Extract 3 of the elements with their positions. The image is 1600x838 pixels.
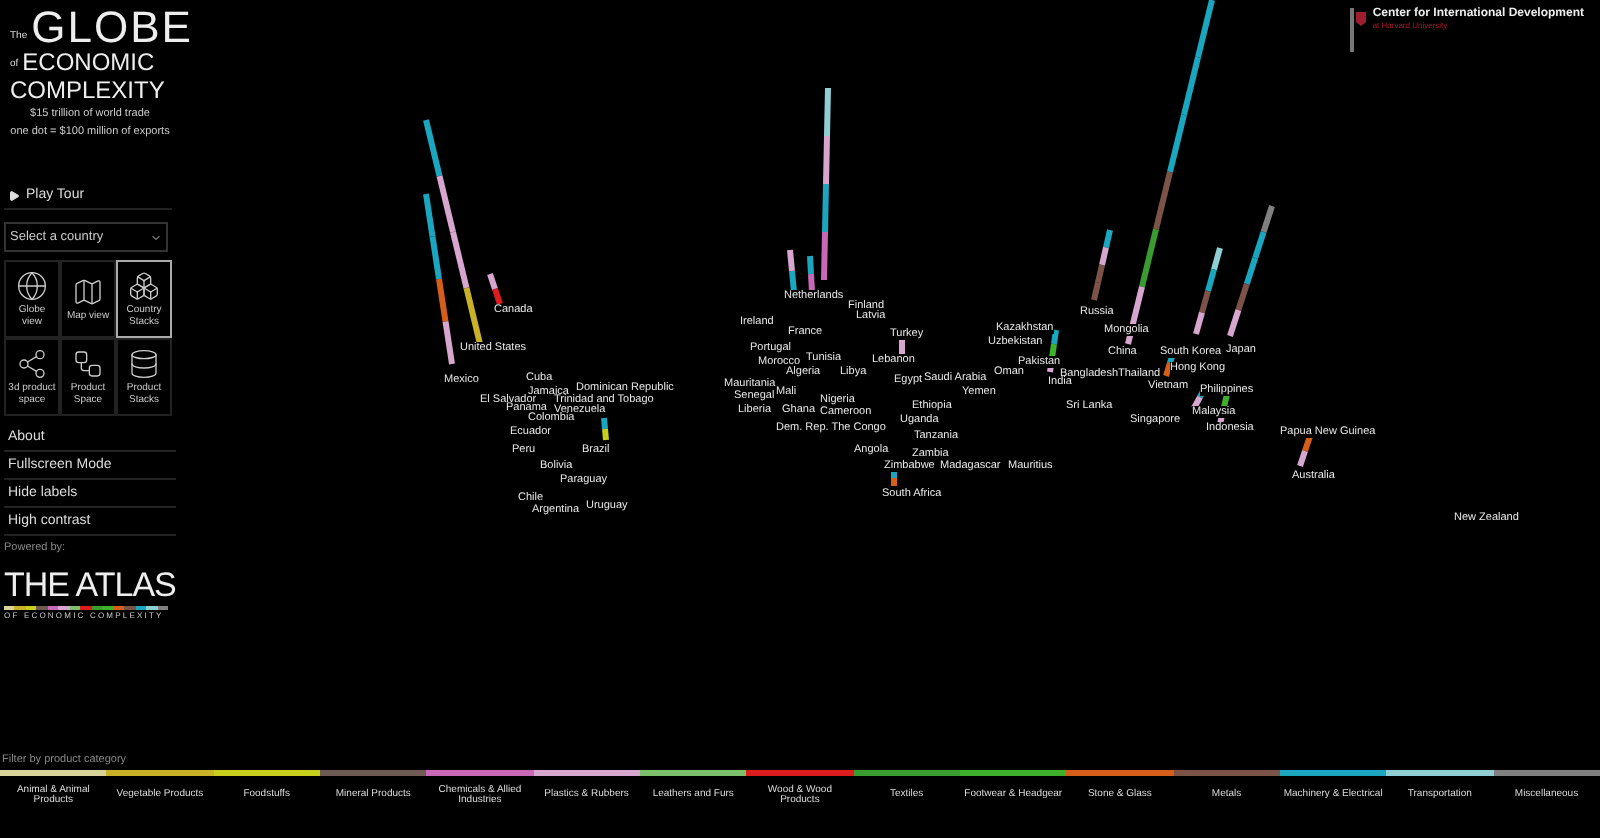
app-title: ECONOMIC — [22, 48, 155, 76]
app-title: GLOBE — [31, 8, 193, 48]
app-title: COMPLEXITY — [10, 76, 165, 104]
